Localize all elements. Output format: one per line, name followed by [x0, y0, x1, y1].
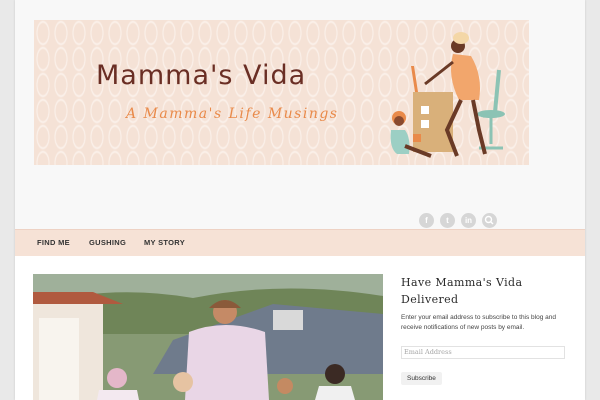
nav-item-find-me[interactable]: FIND ME	[37, 238, 70, 247]
mother-child-illustration	[390, 32, 505, 158]
primary-nav: FIND ME GUSHING MY STORY	[15, 229, 585, 257]
email-field[interactable]: Email Address	[401, 346, 565, 359]
site-title[interactable]: Mamma's Vida	[96, 60, 306, 91]
facebook-icon[interactable]: f	[419, 213, 434, 228]
site-header: Mamma's Vida A Mamma's Life Musings f t …	[15, 0, 585, 229]
social-icons: f t in	[419, 213, 497, 228]
featured-post-photo[interactable]	[33, 274, 383, 400]
subscribe-button[interactable]: Subscribe	[401, 372, 442, 385]
linkedin-icon[interactable]: in	[461, 213, 476, 228]
nav-item-gushing[interactable]: GUSHING	[89, 238, 126, 247]
header-banner[interactable]: Mamma's Vida A Mamma's Life Musings	[34, 20, 529, 165]
site-tagline: A Mamma's Life Musings	[126, 106, 339, 122]
page: Mamma's Vida A Mamma's Life Musings f t …	[15, 0, 585, 400]
main-content: Have Mamma's Vida Delivered Enter your e…	[15, 256, 585, 400]
nav-item-my-story[interactable]: MY STORY	[144, 238, 185, 247]
search-icon[interactable]	[482, 213, 497, 228]
subscribe-widget: Have Mamma's Vida Delivered Enter your e…	[401, 274, 571, 385]
widget-title: Have Mamma's Vida Delivered	[401, 276, 523, 306]
twitter-icon[interactable]: t	[440, 213, 455, 228]
widget-description: Enter your email address to subscribe to…	[401, 314, 557, 331]
